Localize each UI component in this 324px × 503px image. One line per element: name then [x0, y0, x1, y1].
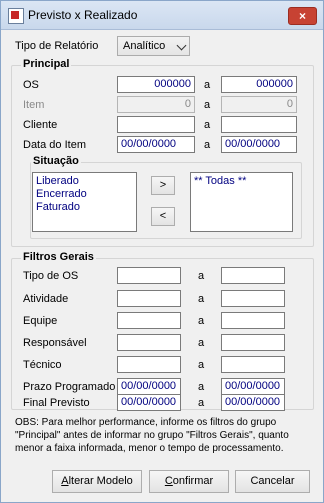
responsavel-label: Responsável: [23, 337, 87, 349]
tipo-relatorio-select[interactable]: Analítico: [117, 36, 190, 56]
situacao-available-list[interactable]: Liberado Encerrado Faturado: [32, 172, 137, 232]
data-item-sep: a: [203, 139, 211, 151]
os-label: OS: [23, 79, 39, 91]
tipo-os-to-input[interactable]: [221, 267, 285, 284]
prazo-programado-label: Prazo Programado: [23, 381, 116, 393]
confirmar-label: onfirmar: [172, 475, 214, 487]
situacao-selected-list[interactable]: ** Todas **: [190, 172, 293, 232]
equipe-sep: a: [197, 315, 205, 327]
dialog-window: Previsto x Realizado × Tipo de Relatório…: [0, 0, 324, 503]
final-previsto-sep: a: [197, 397, 205, 409]
obs-text: OBS: Para melhor performance, informe os…: [15, 417, 289, 454]
tipo-relatorio-label: Tipo de Relatório: [15, 40, 99, 52]
final-previsto-to-input[interactable]: 00/00/0000: [221, 394, 285, 411]
tecnico-to-input[interactable]: [221, 356, 285, 373]
window-title: Previsto x Realizado: [28, 8, 138, 22]
os-to-input[interactable]: 000000: [221, 76, 297, 93]
os-sep: a: [203, 79, 211, 91]
principal-title: Principal: [21, 58, 72, 70]
responsavel-sep: a: [197, 337, 205, 349]
alterar-label: lterar Modelo: [68, 475, 133, 487]
alterar-modelo-button[interactable]: Alterar Modelo: [52, 470, 142, 493]
alterar-accel: A: [61, 475, 69, 487]
cancelar-button[interactable]: Cancelar: [235, 470, 310, 493]
atividade-label: Atividade: [23, 293, 69, 305]
tipo-os-from-input[interactable]: [117, 267, 181, 284]
data-item-from-input[interactable]: 00/00/0000: [117, 136, 195, 153]
list-item[interactable]: Encerrado: [36, 188, 133, 201]
add-situacao-button[interactable]: >: [151, 176, 175, 195]
confirmar-button[interactable]: Confirmar: [149, 470, 229, 493]
situacao-title: Situação: [31, 155, 81, 167]
title-bar: Previsto x Realizado ×: [1, 1, 323, 30]
prazo-programado-to-input[interactable]: 00/00/0000: [221, 378, 285, 395]
list-item[interactable]: Faturado: [36, 201, 133, 214]
item-sep: a: [203, 99, 211, 111]
equipe-to-input[interactable]: [221, 312, 285, 329]
final-previsto-label: Final Previsto: [23, 397, 90, 409]
list-item[interactable]: Liberado: [36, 175, 133, 188]
confirmar-accel: C: [164, 475, 173, 487]
filtros-title: Filtros Gerais: [21, 251, 96, 263]
responsavel-from-input[interactable]: [117, 334, 181, 351]
equipe-from-input[interactable]: [117, 312, 181, 329]
atividade-sep: a: [197, 293, 205, 305]
tipo-os-label: Tipo de OS: [23, 270, 79, 282]
app-icon: [8, 8, 24, 24]
cliente-sep: a: [203, 119, 211, 131]
tecnico-from-input[interactable]: [117, 356, 181, 373]
responsavel-to-input[interactable]: [221, 334, 285, 351]
final-previsto-from-input[interactable]: 00/00/0000: [117, 394, 181, 411]
equipe-label: Equipe: [23, 315, 58, 327]
atividade-to-input[interactable]: [221, 290, 285, 307]
data-item-label: Data do Item: [23, 139, 86, 151]
os-from-input[interactable]: 000000: [117, 76, 195, 93]
atividade-from-input[interactable]: [117, 290, 181, 307]
cliente-from-input[interactable]: [117, 116, 195, 133]
cliente-to-input[interactable]: [221, 116, 297, 133]
prazo-programado-from-input[interactable]: 00/00/0000: [117, 378, 181, 395]
tecnico-sep: a: [197, 359, 205, 371]
item-from-input: 0: [117, 96, 195, 113]
item-to-input: 0: [221, 96, 297, 113]
list-item[interactable]: ** Todas **: [194, 175, 289, 188]
remove-situacao-button[interactable]: <: [151, 207, 175, 226]
tipo-relatorio-value: Analítico: [123, 40, 166, 52]
data-item-to-input[interactable]: 00/00/0000: [221, 136, 297, 153]
chevron-down-icon: [176, 40, 187, 51]
item-label: Item: [23, 99, 45, 111]
tipo-os-sep: a: [197, 270, 205, 282]
tecnico-label: Técnico: [23, 359, 62, 371]
close-button[interactable]: ×: [288, 7, 317, 25]
cliente-label: Cliente: [23, 119, 58, 131]
prazo-programado-sep: a: [197, 381, 205, 393]
